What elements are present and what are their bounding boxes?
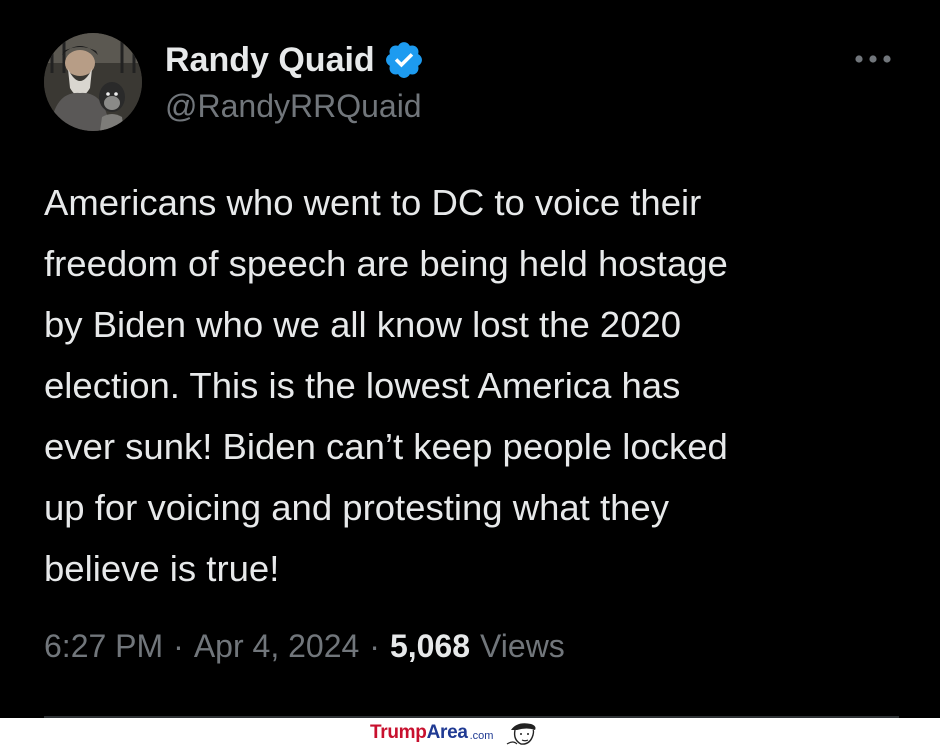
author-handle[interactable]: @RandyRRQuaid	[165, 88, 422, 125]
watermark-logo: Trump Area .com	[370, 722, 543, 745]
author-name-row[interactable]: Randy Quaid	[165, 38, 425, 82]
tweet-date[interactable]: Apr 4, 2024	[194, 628, 359, 665]
caricature-face-icon	[507, 723, 536, 745]
tweet-text: Americans who went to DC to voice their …	[44, 182, 728, 589]
more-horizontal-icon	[855, 55, 891, 63]
tweet-time[interactable]: 6:27 PM	[44, 628, 163, 665]
more-options-button[interactable]	[848, 44, 898, 74]
author-avatar[interactable]	[44, 33, 142, 131]
watermark-text-trump: Trump	[370, 722, 427, 743]
views-count[interactable]: 5,068	[390, 628, 470, 665]
verified-badge-icon[interactable]	[383, 39, 425, 81]
tweet-meta: 6:27 PM · Apr 4, 2024 · 5,068 Views	[44, 628, 565, 665]
meta-separator: ·	[173, 628, 184, 664]
watermark-text-com: .com	[469, 729, 494, 742]
views-label[interactable]: Views	[480, 628, 565, 665]
tweet-card: Randy Quaid @RandyRRQuaid Americans who …	[0, 0, 940, 718]
avatar-photo-icon	[44, 33, 142, 131]
meta-separator: ·	[369, 628, 380, 664]
watermark-text-area: Area	[426, 722, 468, 743]
author-name[interactable]: Randy Quaid	[165, 41, 375, 80]
